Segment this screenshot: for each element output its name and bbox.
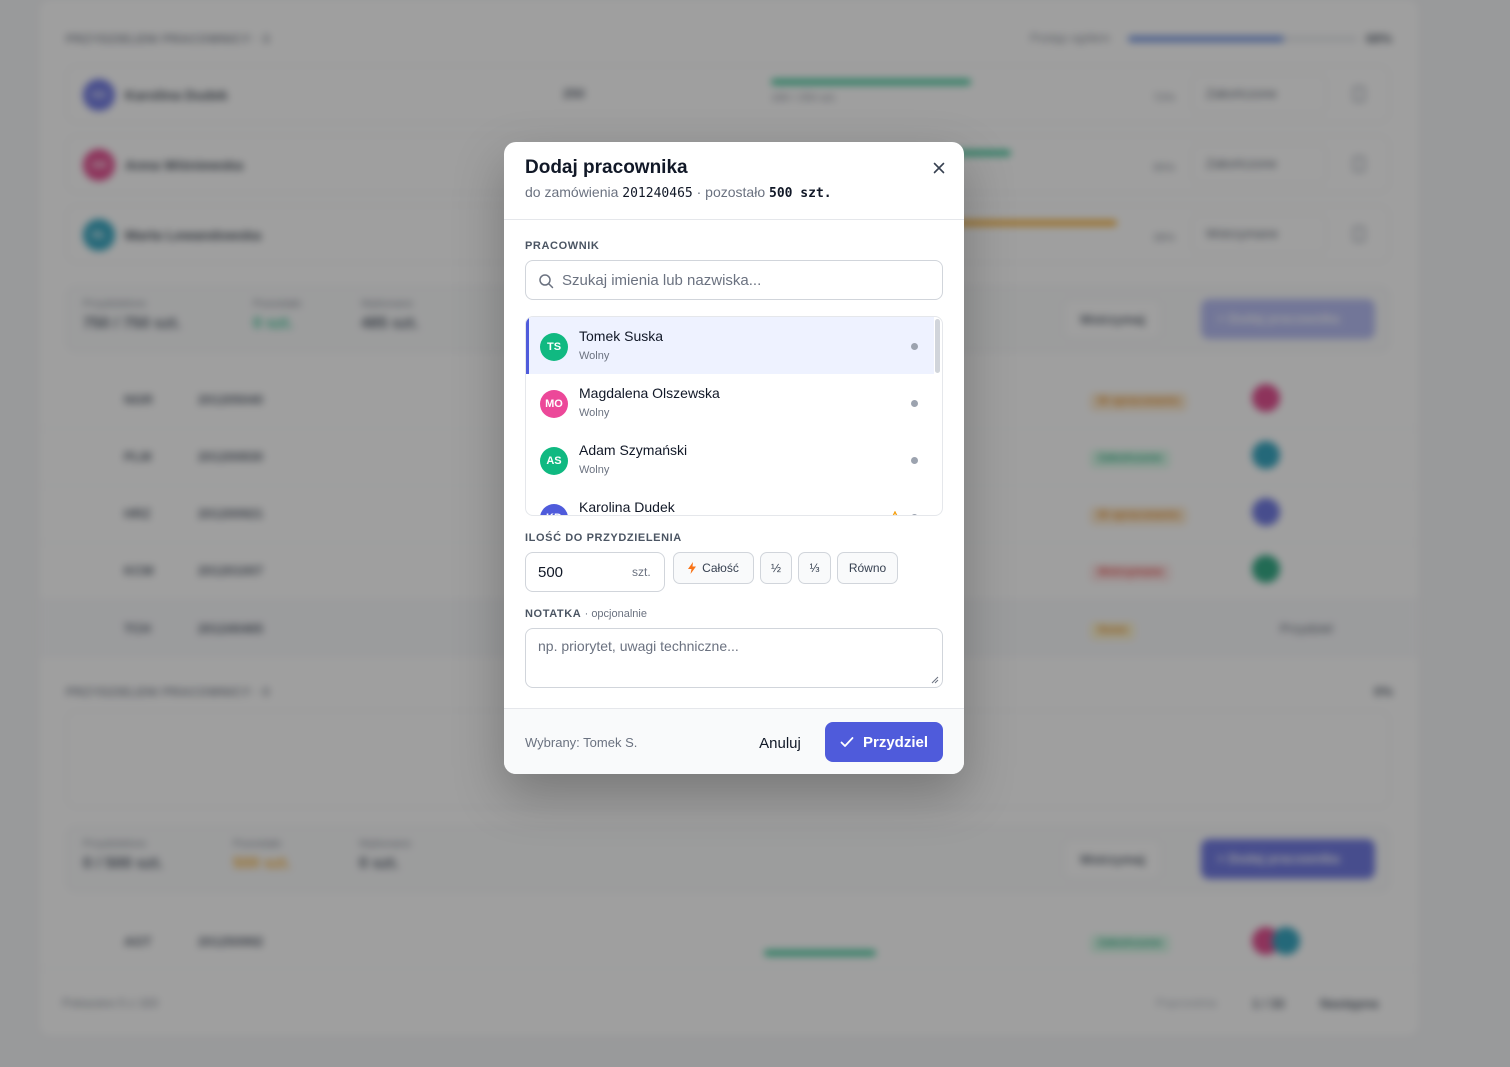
quantity-third-button[interactable]: ⅓ <box>798 552 831 584</box>
worker-option-name: Adam Szymański <box>579 442 688 458</box>
remaining-qty: 500 szt. <box>769 186 832 201</box>
check-icon <box>840 737 854 747</box>
avatar: MO <box>540 390 568 418</box>
avatar: AS <box>540 447 568 475</box>
availability-dot <box>911 400 918 407</box>
worker-option-status: Wolny <box>579 464 610 476</box>
worker-option-magdalena-olszewska[interactable]: MO Magdalena Olszewska Wolny <box>526 374 934 431</box>
dialog-footer: Wybrany: Tomek S. Anuluj Przydziel <box>504 708 964 774</box>
worker-section-label: PRACOWNIK <box>525 240 600 252</box>
close-icon <box>933 162 945 174</box>
quantity-unit: szt. <box>632 565 651 579</box>
dialog-header: Dodaj pracownika do zamówienia 201240465… <box>504 142 964 220</box>
quantity-field[interactable]: szt. <box>525 552 665 592</box>
note-optional: · opcjonalnie <box>584 608 647 620</box>
worker-option-name: Tomek Suska <box>579 328 664 344</box>
quantity-all-button[interactable]: Całość <box>673 552 754 584</box>
lightning-icon <box>688 562 697 574</box>
assign-button[interactable]: Przydziel <box>825 722 943 762</box>
warning-icon <box>892 511 898 515</box>
dialog-subtitle: do zamówienia 201240465 · pozostało 500 … <box>525 184 832 201</box>
quantity-half-button[interactable]: ½ <box>760 552 792 584</box>
note-textarea[interactable] <box>526 629 942 687</box>
worker-option-name: Karolina Dudek <box>579 499 675 515</box>
subtitle-prefix: do zamówienia <box>525 184 619 200</box>
list-scrollbar[interactable] <box>935 319 940 373</box>
quantity-input[interactable] <box>538 553 628 591</box>
worker-option-status: Wolny <box>579 350 610 362</box>
order-number: 201240465 <box>622 186 693 201</box>
search-icon <box>539 274 554 289</box>
note-label: NOTATKA <box>525 608 581 620</box>
worker-option-name: Magdalena Olszewska <box>579 385 720 401</box>
availability-dot <box>911 343 918 350</box>
subtitle-remaining: · pozostało <box>696 184 766 200</box>
quantity-equal-button[interactable]: Równo <box>837 552 898 584</box>
note-field[interactable] <box>525 628 943 688</box>
quantity-all-label: Całość <box>702 561 739 575</box>
worker-list[interactable]: TS Tomek Suska Wolny MO Magdalena Olszew… <box>525 316 943 516</box>
worker-option-karolina-dudek[interactable]: KD Karolina Dudek <box>526 488 934 515</box>
cancel-button[interactable]: Anuluj <box>748 723 812 763</box>
assign-button-label: Przydziel <box>862 733 929 751</box>
worker-option-adam-szymanski[interactable]: AS Adam Szymański Wolny <box>526 431 934 488</box>
avatar: KD <box>540 504 568 515</box>
quantity-section-label: ILOŚĆ DO PRZYDZIELENIA <box>525 532 682 544</box>
avatar: TS <box>540 333 568 361</box>
worker-option-tomek-suska[interactable]: TS Tomek Suska Wolny <box>526 317 934 374</box>
search-input[interactable] <box>562 261 932 299</box>
add-worker-dialog: Dodaj pracownika do zamówienia 201240465… <box>504 142 964 774</box>
note-section-label: NOTATKA · opcjonalnie <box>525 608 647 620</box>
dialog-title: Dodaj pracownika <box>525 157 688 178</box>
availability-dot <box>911 514 918 515</box>
worker-option-status: Wolny <box>579 407 610 419</box>
worker-search[interactable] <box>525 260 943 300</box>
resize-grip-icon[interactable] <box>931 676 939 684</box>
close-button[interactable] <box>928 157 950 179</box>
availability-dot <box>911 457 918 464</box>
selected-worker-text: Wybrany: Tomek S. <box>525 735 638 750</box>
